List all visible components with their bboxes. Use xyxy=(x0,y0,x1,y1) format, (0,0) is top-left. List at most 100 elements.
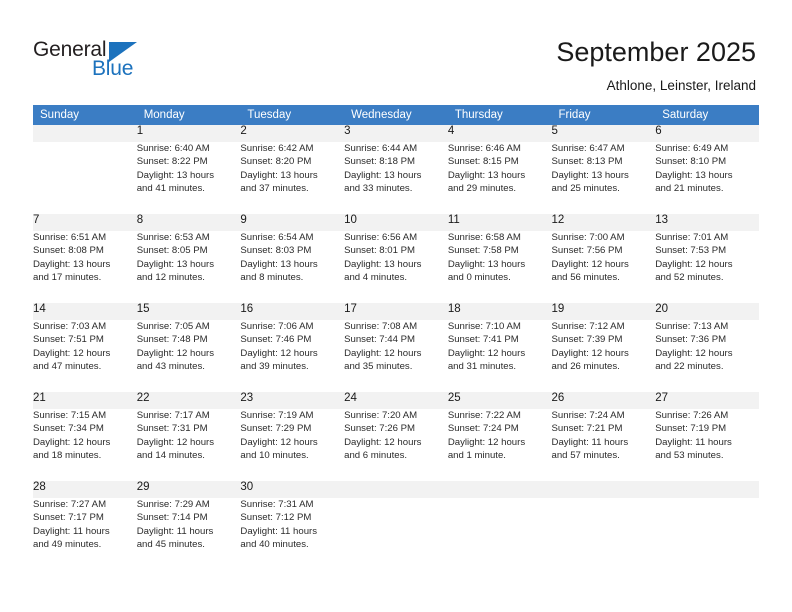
day-cell: Sunrise: 7:01 AM Sunset: 7:53 PM Daylight:… xyxy=(655,231,759,303)
day-sunset-text: Sunset: 8:08 PM xyxy=(33,245,104,257)
day-number[interactable]: 17 xyxy=(344,303,448,320)
day-number[interactable]: 20 xyxy=(655,303,759,320)
day-cell: Sunrise: 7:10 AM Sunset: 7:41 PM Daylight:… xyxy=(448,320,552,392)
day-number[interactable]: 2 xyxy=(240,125,345,142)
day-number[interactable]: 14 xyxy=(33,303,137,320)
day-daylight-text: and 33 minutes. xyxy=(344,182,413,194)
day-cell: Sunrise: 7:17 AM Sunset: 7:31 PM Daylight:… xyxy=(137,409,241,481)
day-daylight-text: and 47 minutes. xyxy=(33,360,102,372)
day-number[interactable]: 3 xyxy=(344,125,448,142)
day-sunset-text: Sunset: 7:34 PM xyxy=(33,423,104,435)
general-blue-logo[interactable]: General Blue xyxy=(33,38,153,82)
day-number[interactable]: 11 xyxy=(447,214,552,231)
calendar-page: General Blue September 2025 Athlone, Lei… xyxy=(0,0,792,612)
day-daylight-text: Daylight: 13 hours xyxy=(136,169,215,181)
day-number[interactable]: 28 xyxy=(33,481,137,498)
day-sunrise-text: Sunrise: 6:49 AM xyxy=(655,143,729,154)
day-number[interactable]: 16 xyxy=(240,303,345,320)
day-cell: Sunrise: 6:40 AM Sunset: 8:22 PM Daylight:… xyxy=(137,142,241,214)
day-number[interactable]: 24 xyxy=(344,392,448,409)
page-header: General Blue September 2025 Athlone, Lei… xyxy=(0,0,792,104)
day-daylight-text: Daylight: 11 hours xyxy=(551,436,629,448)
week-number-row: 14 15 16 17 18 19 20 xyxy=(33,303,759,320)
day-sunrise-text: Sunrise: 6:51 AM xyxy=(33,232,107,243)
day-daylight-text: Daylight: 12 hours xyxy=(344,436,422,448)
day-number[interactable]: 27 xyxy=(655,392,759,409)
day-number[interactable]: 7 xyxy=(33,214,137,231)
day-sunrise-text: Sunrise: 6:53 AM xyxy=(136,232,210,243)
day-number[interactable]: 5 xyxy=(551,125,656,142)
week-info-row: Sunrise: 7:27 AM Sunset: 7:17 PM Daylight:… xyxy=(33,498,759,570)
day-sunset-text: Sunset: 8:05 PM xyxy=(136,245,208,257)
day-cell-empty xyxy=(448,498,552,570)
day-cell: Sunrise: 6:54 AM Sunset: 8:03 PM Daylight:… xyxy=(240,231,344,303)
day-sunrise-text: Sunrise: 6:40 AM xyxy=(136,143,210,154)
day-sunrise-text: Sunrise: 6:44 AM xyxy=(344,143,418,154)
day-cell: Sunrise: 7:15 AM Sunset: 7:34 PM Daylight:… xyxy=(33,409,137,481)
day-daylight-text: Daylight: 12 hours xyxy=(344,347,422,359)
day-sunset-text: Sunset: 8:20 PM xyxy=(240,156,312,168)
day-number[interactable]: 15 xyxy=(136,303,241,320)
day-number[interactable]: 23 xyxy=(240,392,345,409)
day-number-empty xyxy=(655,481,759,498)
day-cell: Sunrise: 6:44 AM Sunset: 8:18 PM Daylight:… xyxy=(344,142,448,214)
day-number-empty xyxy=(344,481,448,498)
day-number[interactable]: 21 xyxy=(33,392,137,409)
day-daylight-text: and 6 minutes. xyxy=(344,449,408,461)
day-number[interactable]: 29 xyxy=(136,481,241,498)
day-cell: Sunrise: 6:56 AM Sunset: 8:01 PM Daylight:… xyxy=(344,231,448,303)
day-daylight-text: and 56 minutes. xyxy=(551,271,620,283)
day-number[interactable]: 22 xyxy=(136,392,241,409)
day-number[interactable]: 8 xyxy=(136,214,241,231)
day-number[interactable]: 9 xyxy=(240,214,345,231)
week-number-row: 21 22 23 24 25 26 27 xyxy=(33,392,759,409)
day-number[interactable]: 4 xyxy=(447,125,552,142)
day-cell: Sunrise: 6:46 AM Sunset: 8:15 PM Daylight:… xyxy=(448,142,552,214)
day-number[interactable]: 12 xyxy=(551,214,656,231)
day-sunset-text: Sunset: 7:14 PM xyxy=(136,512,208,524)
day-number[interactable]: 19 xyxy=(551,303,656,320)
day-sunset-text: Sunset: 7:58 PM xyxy=(447,245,519,257)
day-number[interactable]: 26 xyxy=(551,392,656,409)
day-sunrise-text: Sunrise: 7:12 AM xyxy=(551,321,625,332)
weekday-header-sunday: Sunday xyxy=(33,105,137,125)
day-sunset-text: Sunset: 8:01 PM xyxy=(344,245,416,257)
week-info-row: Sunrise: 7:15 AM Sunset: 7:34 PM Daylight:… xyxy=(33,409,759,481)
day-number[interactable]: 13 xyxy=(655,214,759,231)
day-sunrise-text: Sunrise: 7:01 AM xyxy=(655,232,729,243)
day-daylight-text: and 14 minutes. xyxy=(136,449,205,461)
day-sunset-text: Sunset: 7:26 PM xyxy=(344,423,416,435)
day-daylight-text: Daylight: 12 hours xyxy=(240,347,318,359)
day-sunrise-text: Sunrise: 7:10 AM xyxy=(447,321,521,332)
day-daylight-text: and 29 minutes. xyxy=(447,182,517,194)
day-daylight-text: Daylight: 12 hours xyxy=(33,347,111,359)
day-number[interactable]: 10 xyxy=(344,214,448,231)
day-sunset-text: Sunset: 7:39 PM xyxy=(551,334,623,346)
day-cell-empty xyxy=(33,142,137,214)
day-cell: Sunrise: 6:58 AM Sunset: 7:58 PM Daylight:… xyxy=(448,231,552,303)
week-number-row: 7 8 9 10 11 12 13 xyxy=(33,214,759,231)
day-daylight-text: and 8 minutes. xyxy=(240,271,304,283)
week-info-row: Sunrise: 6:51 AM Sunset: 8:08 PM Daylight:… xyxy=(33,231,759,303)
weekday-header-thursday: Thursday xyxy=(447,105,552,125)
day-number[interactable]: 1 xyxy=(136,125,241,142)
day-daylight-text: Daylight: 13 hours xyxy=(551,169,629,181)
day-daylight-text: and 43 minutes. xyxy=(136,360,205,372)
day-daylight-text: Daylight: 12 hours xyxy=(551,347,629,359)
day-sunset-text: Sunset: 7:36 PM xyxy=(655,334,727,346)
day-number[interactable]: 18 xyxy=(447,303,552,320)
day-daylight-text: and 1 minute. xyxy=(447,449,506,461)
day-daylight-text: Daylight: 13 hours xyxy=(344,258,422,270)
week-info-row: Sunrise: 7:03 AM Sunset: 7:51 PM Daylight:… xyxy=(33,320,759,392)
day-cell: Sunrise: 7:03 AM Sunset: 7:51 PM Daylight:… xyxy=(33,320,137,392)
day-number[interactable]: 30 xyxy=(240,481,345,498)
day-daylight-text: Daylight: 13 hours xyxy=(447,169,526,181)
day-daylight-text: and 52 minutes. xyxy=(655,271,724,283)
day-sunset-text: Sunset: 8:03 PM xyxy=(240,245,312,257)
day-number[interactable]: 6 xyxy=(655,125,759,142)
day-number[interactable]: 25 xyxy=(447,392,552,409)
day-daylight-text: and 31 minutes. xyxy=(447,360,517,372)
day-sunrise-text: Sunrise: 7:06 AM xyxy=(240,321,314,332)
weekday-header-tuesday: Tuesday xyxy=(240,105,345,125)
day-sunrise-text: Sunrise: 7:27 AM xyxy=(33,499,107,510)
